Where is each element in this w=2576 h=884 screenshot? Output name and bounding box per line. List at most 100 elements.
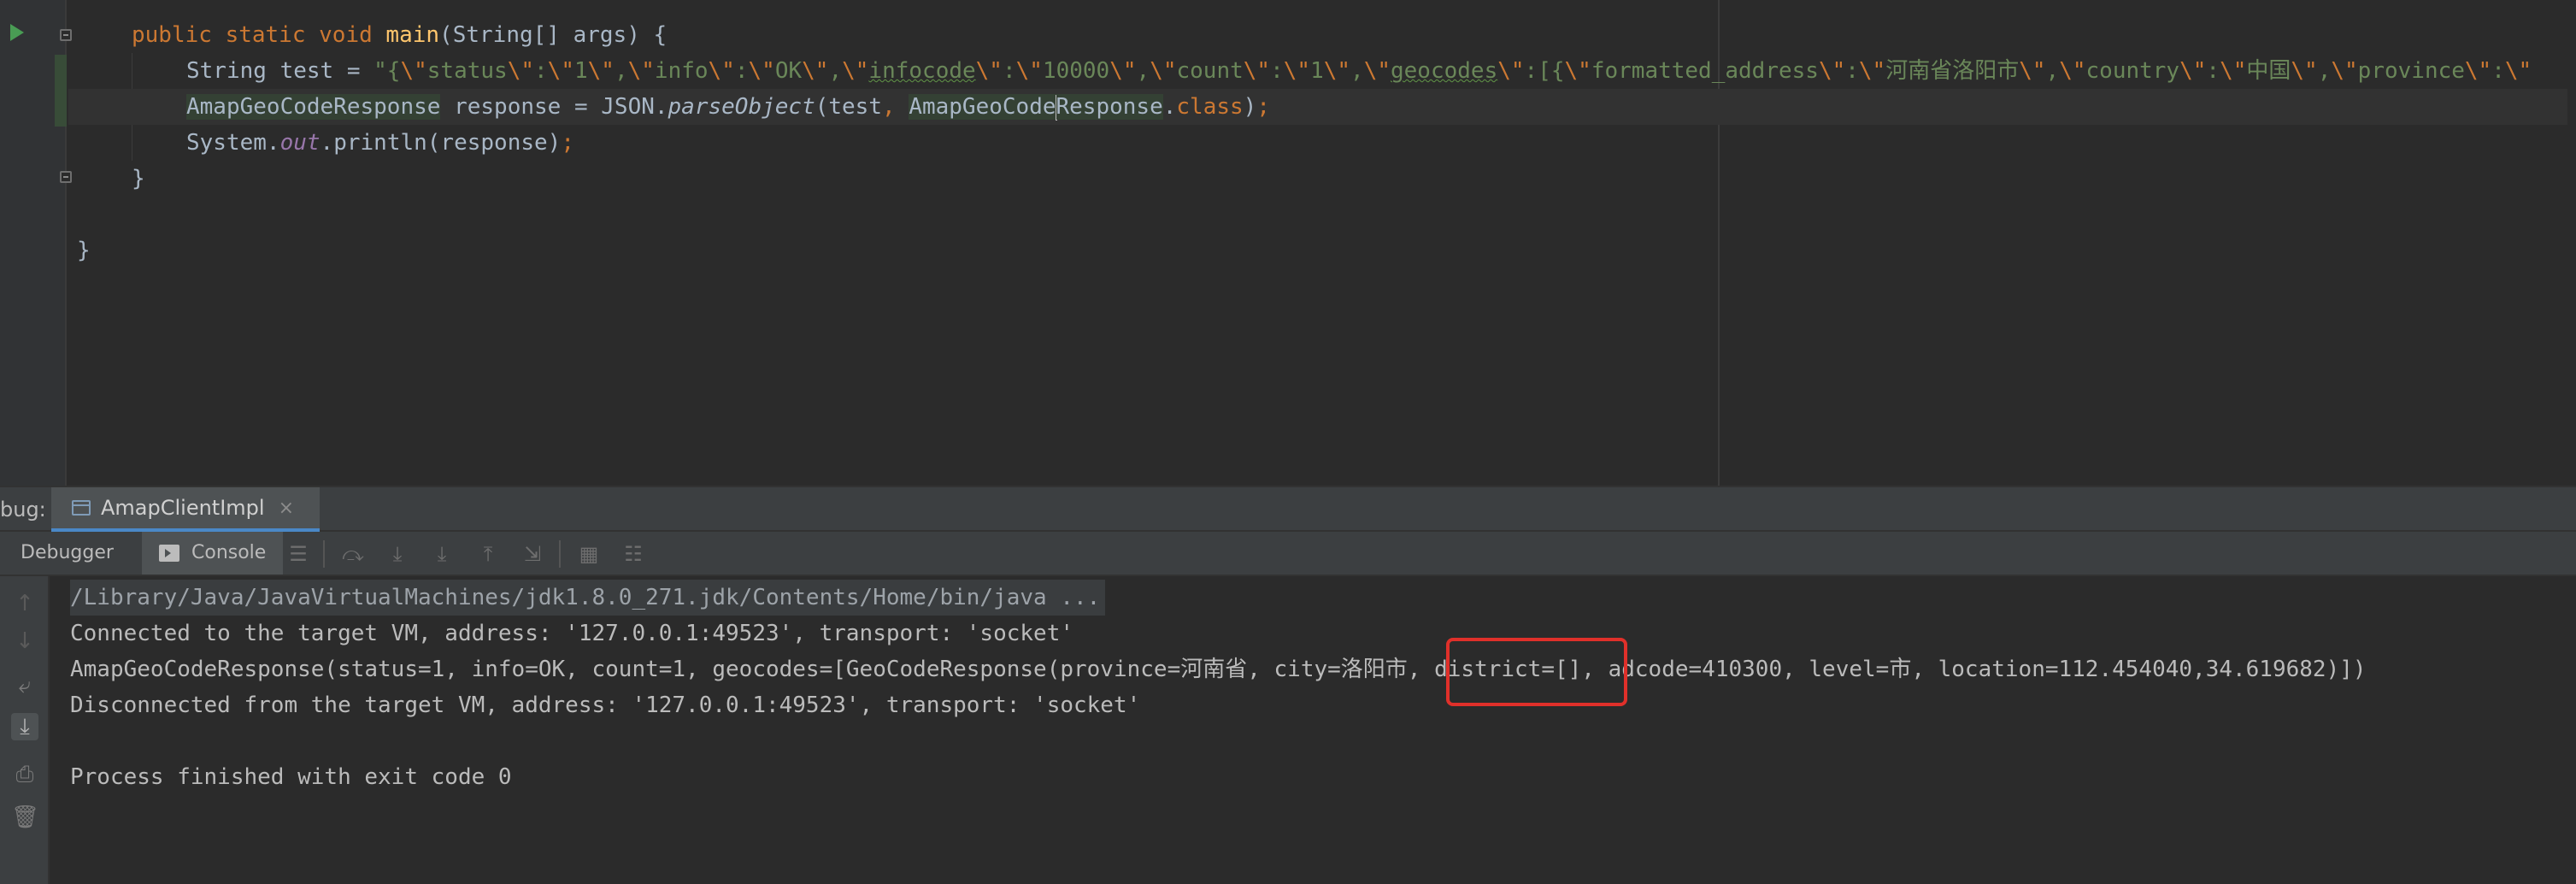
code-token: geocodes	[1391, 58, 1498, 84]
code-token: class	[1176, 94, 1244, 120]
code-token: parseObject	[668, 94, 815, 120]
console-icon	[159, 545, 179, 562]
code-token: }	[77, 238, 91, 263]
code-token: out	[279, 130, 321, 156]
code-token: \"	[1109, 58, 1137, 84]
code-token: \"	[1243, 58, 1271, 84]
code-token: 1	[1310, 58, 1324, 84]
code-token: ,	[2317, 58, 2332, 84]
code-token: :	[734, 58, 749, 84]
down-arrow-icon[interactable]: ↓	[11, 628, 38, 655]
toolbar-separator	[559, 540, 561, 568]
console-line: Connected to the target VM, address: '12…	[70, 621, 1073, 646]
print-icon[interactable]: ⎙	[11, 761, 38, 788]
code-token: \"	[802, 58, 829, 84]
soft-wrap-icon[interactable]: ⤶	[11, 672, 38, 699]
code-token: \"	[1564, 58, 1591, 84]
code-token: \"	[627, 58, 655, 84]
code-token: 10000	[1042, 58, 1110, 84]
code-token: \"	[708, 58, 735, 84]
console-line: Disconnected from the target VM, address…	[70, 692, 1141, 718]
code-token: \"	[975, 58, 1003, 84]
code-token: AmapGeoCodeResponse	[186, 94, 441, 120]
editor-gutter[interactable]	[0, 0, 72, 486]
code-token: \"	[587, 58, 615, 84]
code-line[interactable]: }	[77, 161, 145, 197]
code-editor[interactable]: public static void main(String[] args) {…	[0, 0, 2576, 486]
code-token: \"	[842, 58, 869, 84]
tab-debugger[interactable]: Debugger	[21, 532, 114, 575]
evaluate-icon[interactable]: ▦	[578, 543, 600, 565]
code-token: country	[2085, 58, 2180, 84]
run-main-icon[interactable]	[10, 24, 24, 41]
code-token: \"	[400, 58, 427, 84]
code-token: 中国	[2246, 58, 2291, 84]
code-token: \"	[1363, 58, 1391, 84]
code-token: \"	[2179, 58, 2207, 84]
debug-tool-window-header: bug: AmapClientImpl ×	[0, 486, 2576, 532]
code-token: main	[385, 22, 440, 48]
code-token: \"	[507, 58, 535, 84]
force-step-into-icon[interactable]: ⤓	[431, 543, 453, 565]
code-line[interactable]: }	[77, 233, 91, 268]
code-token: :	[2206, 58, 2220, 84]
code-token: :	[2491, 58, 2505, 84]
code-token: \"	[1858, 58, 1886, 84]
code-token: .println(response)	[320, 130, 562, 156]
console-command-line[interactable]: /Library/Java/JavaVirtualMachines/jdk1.8…	[70, 580, 1106, 616]
run-tab-label: AmapClientImpl	[101, 496, 265, 520]
code-token: infocode	[868, 58, 976, 84]
code-token: \"	[2019, 58, 2046, 84]
code-token: \"	[748, 58, 775, 84]
code-token: String test =	[186, 58, 374, 84]
code-line[interactable]: public static void main(String[] args) {	[77, 17, 667, 53]
code-token: "{	[373, 58, 401, 84]
code-token: 1	[573, 58, 588, 84]
vcs-change-marker[interactable]	[55, 55, 67, 127]
tab-console[interactable]: Console	[142, 532, 284, 575]
run-to-cursor-icon[interactable]: ⇲	[521, 543, 544, 565]
code-token: }	[132, 166, 145, 192]
console-line: AmapGeoCodeResponse(status=1, info=OK, c…	[70, 657, 2367, 682]
step-into-icon[interactable]: ⤓	[386, 543, 409, 565]
step-over-icon[interactable]: ⤼	[342, 543, 364, 565]
code-line[interactable]: String test = "{\"status\":\"1\",\"info\…	[77, 53, 2532, 89]
code-token: )	[1243, 94, 1257, 120]
code-line[interactable]: System.out.println(response);	[77, 125, 574, 161]
console-output-area[interactable]: ↑ ↓ ⤶ ⤓ ⎙ 🗑 /Library/Java/JavaVirtualMac…	[0, 576, 2576, 884]
code-token: 河南省洛阳市	[1885, 58, 2020, 84]
code-token: ,	[1136, 58, 1150, 84]
step-out-icon[interactable]: ⤒	[477, 543, 499, 565]
trash-icon[interactable]: 🗑	[11, 804, 39, 831]
code-token: AmapGeoCode	[909, 94, 1056, 120]
code-token: \"	[1497, 58, 1525, 84]
code-token: \"	[1818, 58, 1846, 84]
code-token: ,	[1350, 58, 1364, 84]
code-token: ,	[828, 58, 843, 84]
code-token: ;	[561, 130, 574, 156]
menu-icon[interactable]: ☰	[287, 543, 309, 565]
code-token: formatted_address	[1591, 58, 1819, 84]
trace-icon[interactable]: ☷	[622, 543, 644, 565]
code-token: ,	[882, 94, 909, 120]
code-token: (String[] args) {	[439, 22, 668, 48]
scroll-to-end-icon[interactable]: ⤓	[11, 713, 38, 740]
code-token: info	[654, 58, 709, 84]
close-icon[interactable]: ×	[279, 498, 294, 519]
console-side-toolbar: ↑ ↓ ⤶ ⤓ ⎙ 🗑	[0, 576, 50, 884]
code-token: response = JSON.	[440, 94, 668, 120]
code-token: :	[1845, 58, 1859, 84]
fold-end-icon[interactable]	[60, 171, 72, 183]
code-token: ,	[2045, 58, 2060, 84]
fold-collapse-icon[interactable]	[60, 29, 72, 41]
code-token: :	[534, 58, 548, 84]
code-token: \"	[1283, 58, 1311, 84]
code-token: :	[1270, 58, 1284, 84]
console-tab-label: Console	[191, 542, 267, 563]
debug-label: bug:	[0, 498, 46, 522]
code-token: \"	[1150, 58, 1177, 84]
tab-amap-client-impl[interactable]: AmapClientImpl ×	[51, 487, 321, 532]
code-line[interactable]: AmapGeoCodeResponse response = JSON.pars…	[68, 89, 2567, 125]
code-token: System.	[186, 130, 280, 156]
up-arrow-icon[interactable]: ↑	[11, 590, 38, 617]
